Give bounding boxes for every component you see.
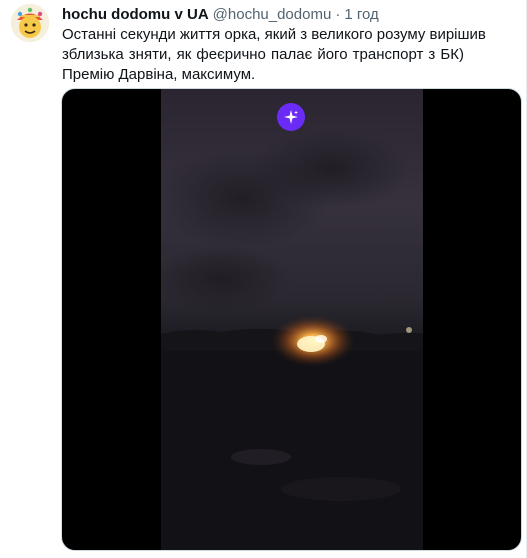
tweet-timestamp[interactable]: 1 год — [344, 5, 378, 25]
avatar[interactable] — [11, 4, 49, 42]
sparkle-badge[interactable] — [277, 103, 305, 131]
author-handle[interactable]: @hochu_dodomu — [213, 5, 332, 25]
tweet-text-line: Останні секунди життя орка, який з велик… — [62, 26, 486, 43]
tweet-text-line: Премію Дарвіна, максимум. — [62, 66, 256, 83]
media-video[interactable] — [61, 88, 522, 551]
video-still-image — [161, 89, 423, 550]
avatar-emoji-icon — [11, 4, 49, 42]
separator-dot: · — [335, 6, 341, 23]
tweet-text-line: зблизька зняти, як феєрично палає його т… — [62, 46, 464, 63]
video-frame[interactable] — [161, 89, 423, 550]
tweet-header: hochu dodomu v UA @hochu_dodomu · 1 год — [62, 5, 516, 25]
tweet-text: Останні секунди життя орка, який з велик… — [62, 25, 486, 85]
author-name[interactable]: hochu dodomu v UA — [62, 5, 209, 25]
tweet-card: hochu dodomu v UA @hochu_dodomu · 1 год … — [0, 0, 527, 558]
sparkle-icon — [284, 110, 298, 124]
